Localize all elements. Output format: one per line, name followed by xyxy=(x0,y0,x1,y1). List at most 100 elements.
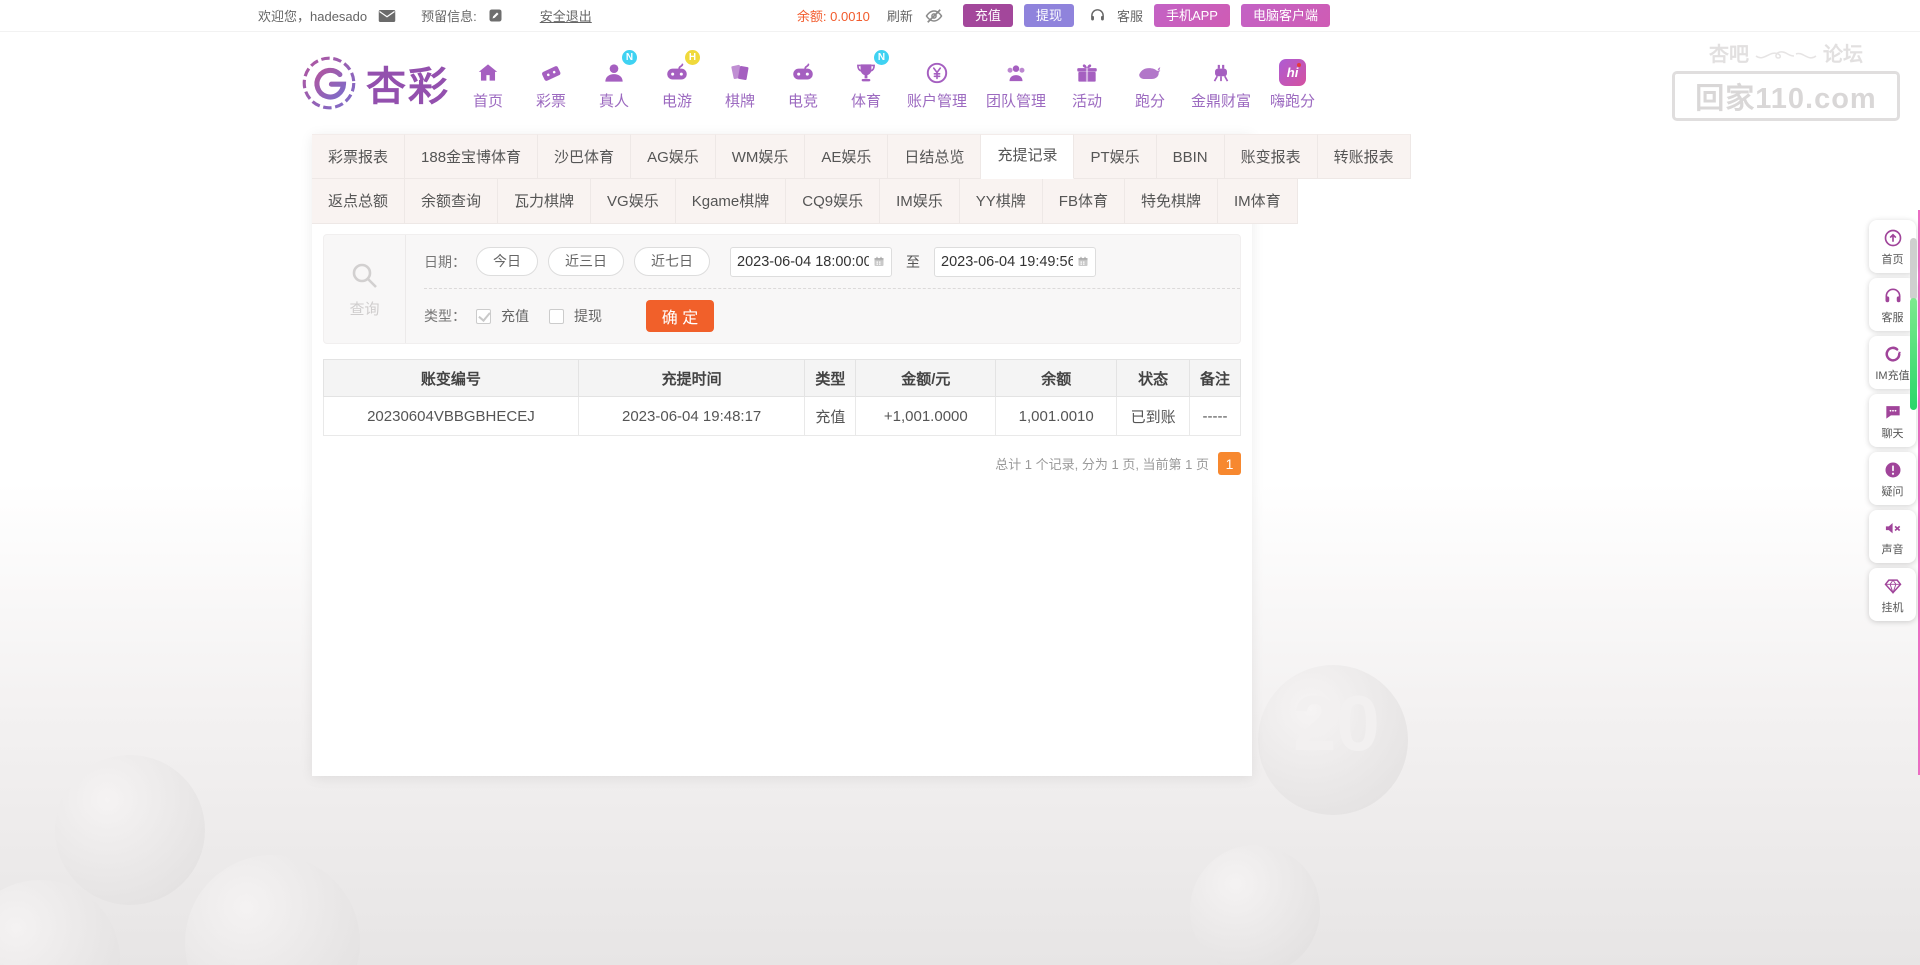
watermark-domain: 回家110.com xyxy=(1672,71,1900,121)
tab-item[interactable]: YY棋牌 xyxy=(960,179,1043,224)
pagination: 总计 1 个记录, 分为 1 页, 当前第 1 页 1 xyxy=(323,452,1241,475)
sidebar-item-question[interactable]: 疑问 xyxy=(1869,452,1916,505)
records-table: 账变编号 充提时间 类型 金额/元 余额 状态 备注 20230604VBBGB… xyxy=(323,359,1241,436)
quick-today-button[interactable]: 今日 xyxy=(476,247,538,276)
deposit-checkbox[interactable] xyxy=(476,309,491,324)
col-header-time: 充提时间 xyxy=(578,360,805,397)
notification-dot xyxy=(1297,63,1301,67)
date-filter-row: 日期： 今日 近三日 近七日 至 xyxy=(424,235,1240,289)
chat-bubble-icon xyxy=(1883,402,1903,422)
tab-item-active[interactable]: 充提记录 xyxy=(981,134,1074,179)
withdraw-button[interactable]: 提现 xyxy=(1024,4,1074,27)
tab-item[interactable]: 账变报表 xyxy=(1225,134,1318,179)
scrollbar-track[interactable] xyxy=(1910,238,1917,300)
cell-balance: 1,001.0010 xyxy=(996,397,1117,436)
nav-label: 体育 xyxy=(851,90,881,111)
hide-balance-icon[interactable] xyxy=(924,6,944,26)
tab-item[interactable]: IM娱乐 xyxy=(880,179,960,224)
gamepad-icon: H xyxy=(664,56,690,86)
new-badge: N xyxy=(874,50,889,65)
diamond-icon xyxy=(1883,576,1903,596)
nav-label: 嗨跑分 xyxy=(1270,90,1315,111)
col-header-remark: 备注 xyxy=(1190,360,1241,397)
headset-icon xyxy=(1883,286,1903,306)
quick-3days-button[interactable]: 近三日 xyxy=(548,247,624,276)
welcome-text: 欢迎您，hadesado xyxy=(258,6,367,25)
sidebar-item-label: 挂机 xyxy=(1882,599,1904,615)
page-1-button[interactable]: 1 xyxy=(1218,452,1241,475)
headset-icon xyxy=(1089,7,1106,24)
nav-item-paofen[interactable]: 跑分 xyxy=(1128,56,1172,111)
withdraw-checkbox[interactable] xyxy=(549,309,564,324)
logout-link[interactable]: 安全退出 xyxy=(540,6,592,25)
tab-item[interactable]: VG娱乐 xyxy=(591,179,676,224)
date-to-input[interactable] xyxy=(941,254,1073,270)
sidebar-item-im-recharge[interactable]: IM充值 xyxy=(1869,336,1916,389)
type-label: 类型： xyxy=(424,306,466,326)
trophy-icon: N xyxy=(853,56,879,86)
sidebar-item-sound[interactable]: 声音 xyxy=(1869,510,1916,563)
refresh-link[interactable]: 刷新 xyxy=(887,6,913,25)
rhino-icon xyxy=(1135,56,1165,86)
tab-item[interactable]: Kgame棋牌 xyxy=(676,179,787,224)
tab-item[interactable]: 余额查询 xyxy=(405,179,498,224)
nav-item-jinding[interactable]: 金鼎财富 xyxy=(1191,56,1251,111)
ticket-icon xyxy=(538,56,564,86)
tab-item[interactable]: BBIN xyxy=(1157,134,1225,179)
nav-item-team[interactable]: 团队管理 xyxy=(986,56,1046,111)
tab-item[interactable]: PT娱乐 xyxy=(1074,134,1156,179)
cell-remark: ----- xyxy=(1190,397,1241,436)
nav-label: 团队管理 xyxy=(986,90,1046,111)
calendar-icon[interactable] xyxy=(1077,254,1089,269)
date-from-input[interactable] xyxy=(737,254,869,270)
date-to-field[interactable] xyxy=(934,247,1096,277)
brand-logo[interactable]: 杏彩 xyxy=(300,54,450,112)
home-icon xyxy=(475,56,501,86)
gift-icon xyxy=(1074,56,1100,86)
sidebar-item-home[interactable]: 首页 xyxy=(1869,220,1916,273)
nav-item-sports[interactable]: N 体育 xyxy=(844,56,888,111)
sidebar-item-service[interactable]: 客服 xyxy=(1869,278,1916,331)
tab-item[interactable]: 返点总额 xyxy=(312,179,405,224)
tab-item[interactable]: 沙巴体育 xyxy=(538,134,631,179)
service-link[interactable]: 客服 xyxy=(1117,6,1143,25)
scrollbar-thumb[interactable] xyxy=(1910,298,1917,410)
tab-item[interactable]: IM体育 xyxy=(1218,179,1298,224)
tab-item[interactable]: 转账报表 xyxy=(1318,134,1411,179)
quick-7days-button[interactable]: 近七日 xyxy=(634,247,710,276)
pc-client-button[interactable]: 电脑客户端 xyxy=(1241,4,1330,27)
message-icon[interactable] xyxy=(378,9,396,23)
confirm-button[interactable]: 确 定 xyxy=(646,300,714,332)
mobile-app-button[interactable]: 手机APP xyxy=(1154,4,1230,27)
tab-item[interactable]: 瓦力棋牌 xyxy=(498,179,591,224)
sidebar-item-afk[interactable]: 挂机 xyxy=(1869,568,1916,621)
tab-item[interactable]: AG娱乐 xyxy=(631,134,716,179)
nav-item-lottery[interactable]: 彩票 xyxy=(529,56,573,111)
site-header: 杏彩 首页 彩票 N 真人 H 电游 xyxy=(0,32,1920,134)
tab-item[interactable]: 日结总览 xyxy=(888,134,981,179)
edit-icon[interactable] xyxy=(488,8,503,23)
nav-item-chess[interactable]: 棋牌 xyxy=(718,56,762,111)
site-watermark: 杏吧 论坛 回家110.com xyxy=(1672,38,1900,121)
tab-item[interactable]: 彩票报表 xyxy=(312,134,405,179)
nav-item-activity[interactable]: 活动 xyxy=(1065,56,1109,111)
calendar-icon[interactable] xyxy=(873,254,885,269)
date-from-field[interactable] xyxy=(730,247,892,277)
nav-item-live[interactable]: N 真人 xyxy=(592,56,636,111)
nav-item-account[interactable]: 账户管理 xyxy=(907,56,967,111)
sidebar-item-chat[interactable]: 聊天 xyxy=(1869,394,1916,447)
tab-item[interactable]: FB体育 xyxy=(1043,179,1125,224)
nav-item-egames[interactable]: H 电游 xyxy=(655,56,699,111)
nav-item-hipaofen[interactable]: hi 嗨跑分 xyxy=(1270,56,1315,111)
nav-item-esports[interactable]: 电竞 xyxy=(781,56,825,111)
tab-item[interactable]: WM娱乐 xyxy=(716,134,806,179)
tab-item[interactable]: 188金宝博体育 xyxy=(405,134,538,179)
deposit-button[interactable]: 充值 xyxy=(963,4,1013,27)
balance-value: 0.0010 xyxy=(830,9,870,24)
tab-item[interactable]: AE娱乐 xyxy=(805,134,888,179)
main-nav: 首页 彩票 N 真人 H 电游 棋牌 xyxy=(466,56,1315,111)
tab-item[interactable]: 特免棋牌 xyxy=(1125,179,1218,224)
cards-icon xyxy=(727,56,753,86)
nav-item-home[interactable]: 首页 xyxy=(466,56,510,111)
tab-item[interactable]: CQ9娱乐 xyxy=(786,179,880,224)
